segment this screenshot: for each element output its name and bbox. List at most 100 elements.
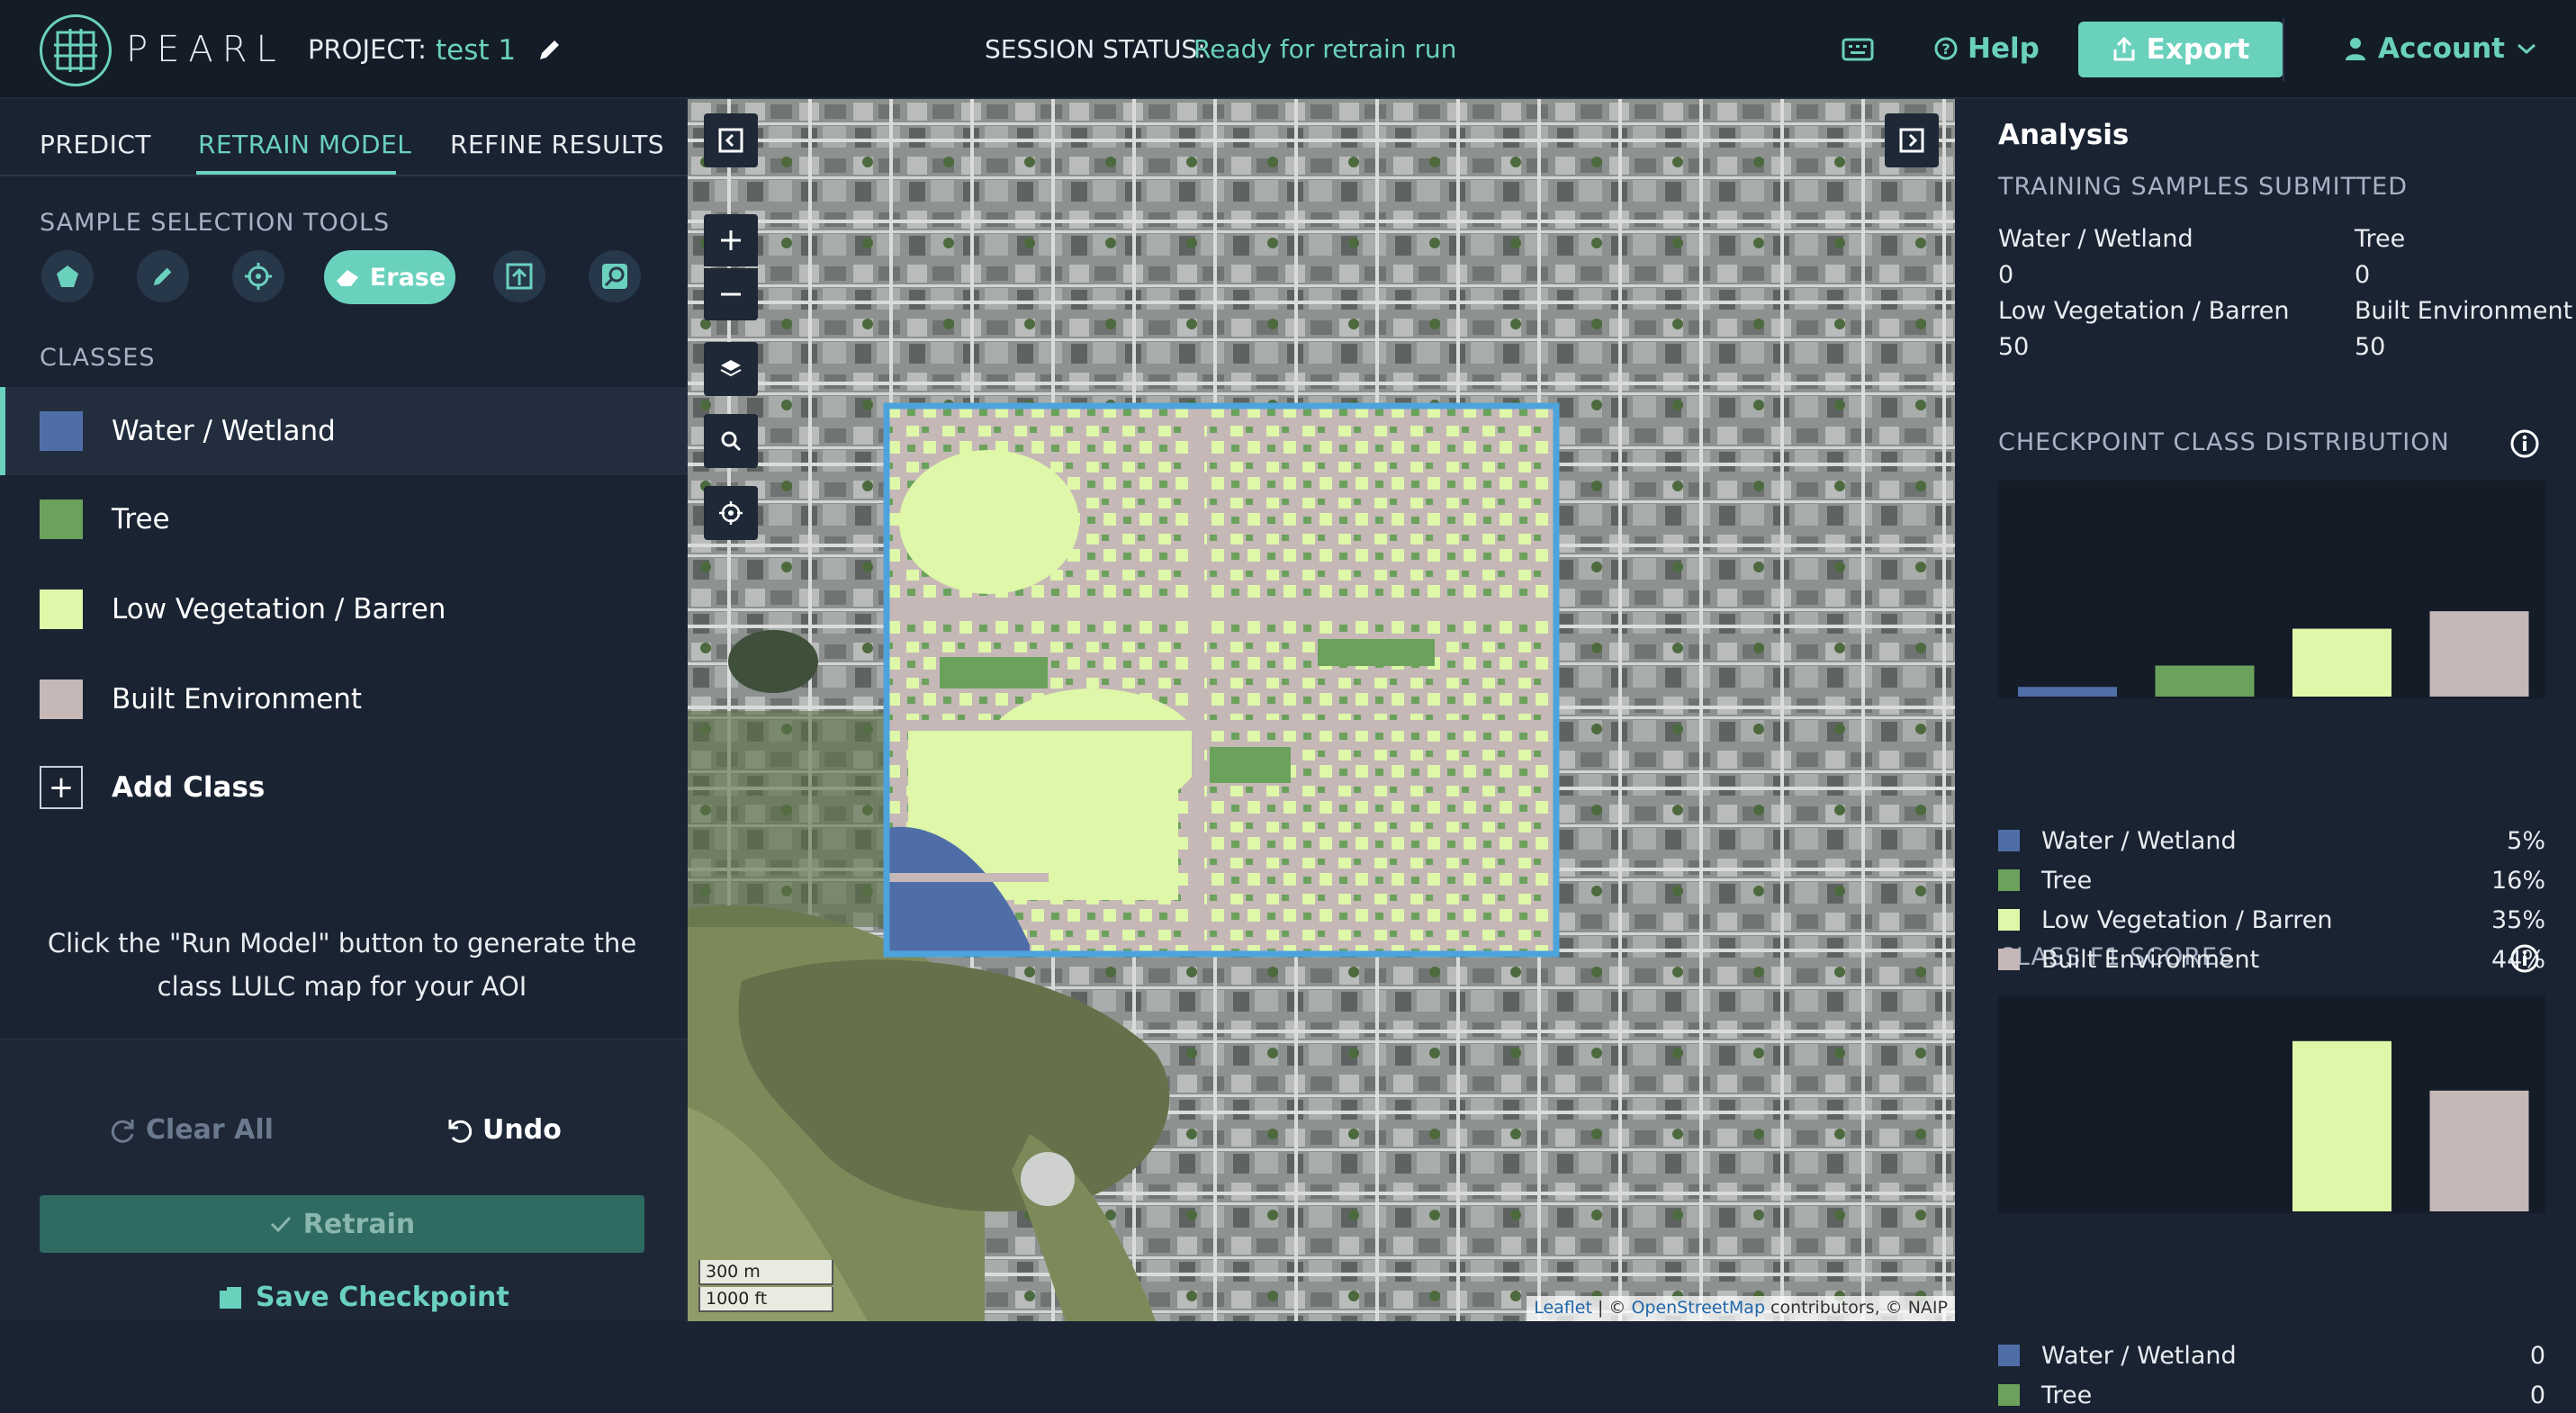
legend-item: Water / Wetland 5% xyxy=(1998,823,2545,859)
polygon-tool-button[interactable] xyxy=(41,250,94,302)
tab-refine-results[interactable]: REFINE RESULTS xyxy=(450,130,664,159)
class-name: Low Vegetation / Barren xyxy=(112,593,446,626)
pencil-icon[interactable] xyxy=(536,36,563,63)
check-icon xyxy=(270,1216,291,1233)
legend-swatch xyxy=(1998,869,2020,891)
map-search-button[interactable] xyxy=(704,414,758,468)
clear-all-button[interactable]: Clear All xyxy=(108,1114,274,1146)
export-button[interactable]: Export xyxy=(2078,22,2283,77)
class-item-tree[interactable]: Tree xyxy=(0,475,688,563)
erase-tool-button[interactable]: Erase xyxy=(324,250,455,304)
crosshair-icon xyxy=(245,263,272,290)
distribution-chart xyxy=(1998,481,2545,698)
aerial-imagery xyxy=(688,99,1955,1321)
svg-text:?: ? xyxy=(1941,40,1950,58)
legend-swatch xyxy=(1998,1384,2020,1406)
sample-class-name: Water / Wetland xyxy=(1998,225,2193,253)
minus-icon xyxy=(721,292,741,296)
legend-label: Water / Wetland xyxy=(2041,1341,2237,1370)
point-tool-button[interactable] xyxy=(232,250,284,302)
attribution-separator: | © xyxy=(1591,1298,1632,1318)
distribution-bars xyxy=(2018,611,2529,697)
retrain-button[interactable]: Retrain xyxy=(40,1195,644,1253)
account-menu-button[interactable]: Account xyxy=(2344,32,2537,65)
sample-tools-label: SAMPLE SELECTION TOOLS xyxy=(40,209,391,237)
active-tab-indicator xyxy=(196,171,396,175)
f1-bars xyxy=(2292,1040,2529,1211)
legend-value: 5% xyxy=(2507,826,2545,855)
scale-bar-metric: 300 m xyxy=(698,1260,833,1285)
panel-right-icon xyxy=(1899,128,1924,153)
sample-class-name: Built Environment xyxy=(2355,297,2573,325)
checkpoint-icon xyxy=(220,1286,241,1309)
map-view[interactable]: 300 m 1000 ft Leaflet | © OpenStreetMap … xyxy=(688,99,1955,1321)
legend-label: Tree xyxy=(2041,1381,2093,1409)
help-label: Help xyxy=(1968,32,2040,65)
export-icon xyxy=(2113,37,2135,61)
app-header: PEARL PROJECT: test 1 SESSION STATUS: Re… xyxy=(0,0,2576,99)
bar-low-vegetation-barren xyxy=(2292,628,2391,697)
tab-predict[interactable]: PREDICT xyxy=(40,130,151,159)
zoom-in-button[interactable] xyxy=(704,214,758,266)
legend-item: Water / Wetland 0 xyxy=(1998,1337,2545,1373)
class-item-low-vegetation[interactable]: Low Vegetation / Barren xyxy=(0,565,688,653)
plus-icon: + xyxy=(40,766,83,809)
class-name: Built Environment xyxy=(112,683,363,716)
legend-label: Low Vegetation / Barren xyxy=(2041,905,2333,934)
f1-chart xyxy=(1998,995,2545,1213)
help-button[interactable]: ? Help xyxy=(1933,32,2040,65)
add-class-button[interactable]: + Add Class xyxy=(0,743,688,832)
bar-tree xyxy=(2155,665,2255,697)
project-label: PROJECT: xyxy=(308,34,427,65)
zoom-out-button[interactable] xyxy=(704,268,758,320)
chevron-down-icon xyxy=(2517,43,2535,55)
header-divider xyxy=(2283,18,2284,81)
analysis-panel: Analysis TRAINING SAMPLES SUBMITTED Wate… xyxy=(1955,99,2576,1409)
keyboard-icon[interactable] xyxy=(1842,38,1874,61)
layers-icon xyxy=(720,360,742,377)
osm-link[interactable]: OpenStreetMap xyxy=(1631,1298,1765,1318)
upload-samples-button[interactable] xyxy=(493,250,545,302)
legend-item: Tree 0 xyxy=(1998,1377,2545,1413)
sample-count: 0 xyxy=(2355,261,2371,289)
pencil-icon xyxy=(153,267,172,286)
class-item-water-wetland[interactable]: Water / Wetland xyxy=(0,387,688,475)
legend-label: Water / Wetland xyxy=(2041,826,2237,855)
clear-all-label: Clear All xyxy=(146,1114,274,1146)
freehand-tool-button[interactable] xyxy=(137,250,189,302)
retrain-label: Retrain xyxy=(302,1208,416,1240)
pearl-logo-icon xyxy=(40,14,112,86)
app-name: PEARL xyxy=(126,29,285,70)
map-search-icon xyxy=(602,264,627,289)
leaflet-link[interactable]: Leaflet xyxy=(1534,1298,1592,1318)
polygon-icon xyxy=(57,266,78,287)
plus-icon xyxy=(721,230,741,250)
locate-button[interactable] xyxy=(704,486,758,540)
undo-button[interactable]: Undo xyxy=(445,1114,562,1146)
legend-value: 0 xyxy=(2529,1381,2545,1409)
info-icon[interactable] xyxy=(2509,428,2540,459)
panel-left-icon xyxy=(718,128,743,153)
class-item-built-environment[interactable]: Built Environment xyxy=(0,655,688,743)
class-name: Tree xyxy=(112,503,170,536)
collapse-right-panel-button[interactable] xyxy=(1885,113,1939,167)
help-icon: ? xyxy=(1934,37,1958,60)
legend-swatch xyxy=(1998,949,2020,970)
user-icon xyxy=(2346,38,2365,60)
erase-label: Erase xyxy=(369,263,446,292)
class-swatch xyxy=(40,411,83,451)
legend-swatch xyxy=(1998,830,2020,851)
sample-count: 50 xyxy=(1998,333,2030,361)
legend-item: Low Vegetation / Barren 35% xyxy=(1998,902,2545,938)
save-checkpoint-button[interactable]: Save Checkpoint xyxy=(216,1282,509,1313)
attribution-rest: contributors, © NAIP xyxy=(1765,1298,1948,1318)
tab-retrain-model[interactable]: RETRAIN MODEL xyxy=(198,130,411,159)
map-select-tool-button[interactable] xyxy=(589,250,641,302)
sample-count: 50 xyxy=(2355,333,2386,361)
run-model-hint: Click the "Run Model" button to generate… xyxy=(47,928,637,1002)
search-icon xyxy=(721,431,742,452)
layers-button[interactable] xyxy=(704,342,758,396)
collapse-left-panel-button[interactable] xyxy=(704,113,758,167)
project-name[interactable]: test 1 xyxy=(436,34,516,67)
left-panel: PREDICT RETRAIN MODEL REFINE RESULTS SAM… xyxy=(0,99,688,1321)
